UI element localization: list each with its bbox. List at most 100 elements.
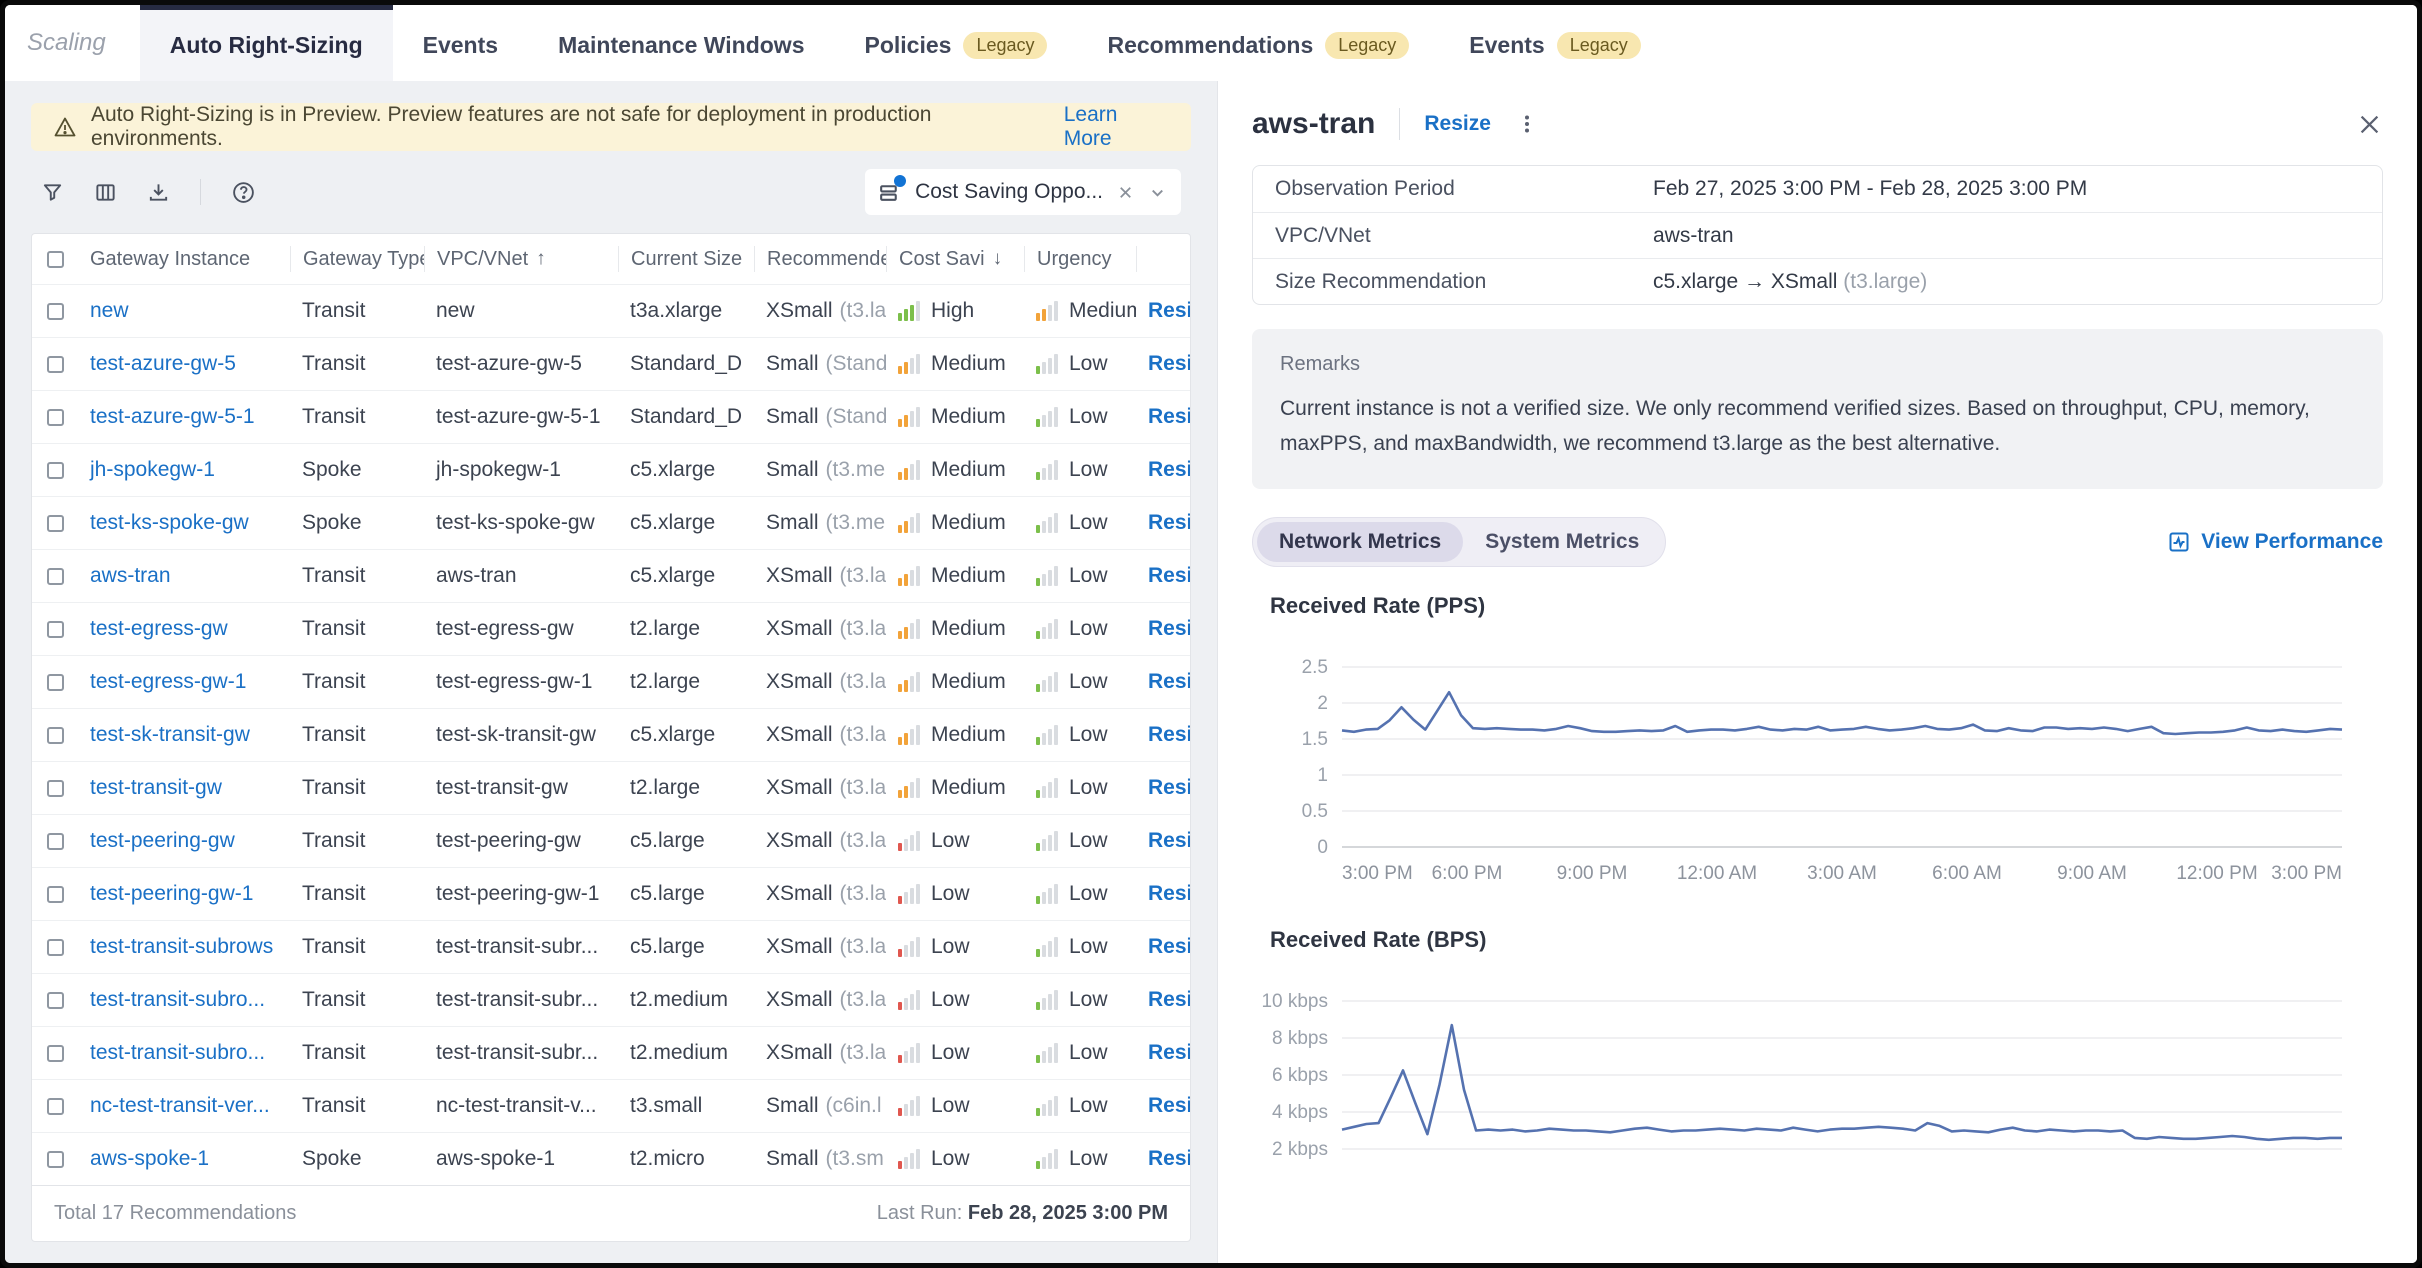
row-checkbox[interactable] <box>47 568 64 585</box>
row-checkbox[interactable] <box>47 1151 64 1168</box>
resize-button[interactable]: Resize <box>1148 882 1190 905</box>
level-bars-icon <box>1036 725 1058 745</box>
gateway-instance-link[interactable]: test-egress-gw-1 <box>90 670 246 693</box>
col-recommended[interactable]: Recommende <box>754 246 886 272</box>
gateway-instance-link[interactable]: test-peering-gw-1 <box>90 882 253 905</box>
resize-button[interactable]: Resize <box>1148 1147 1190 1170</box>
chevron-down-icon[interactable] <box>1148 183 1167 202</box>
svg-text:3:00 PM: 3:00 PM <box>2271 863 2342 884</box>
cost-saving: Low <box>886 988 1024 1012</box>
filter-icon[interactable] <box>41 181 64 204</box>
tab-events[interactable]: EventsLegacy <box>1439 5 1670 81</box>
size-recommendation-value: c5.xlarge → XSmall (t3.large) <box>1653 270 1927 294</box>
vpc-value: aws-tran <box>1653 224 1734 248</box>
current-size: Standard_D <box>618 405 754 429</box>
gateway-instance-link[interactable]: test-azure-gw-5 <box>90 352 236 375</box>
gateway-instance-link[interactable]: new <box>90 299 129 322</box>
resize-button[interactable]: Resize <box>1148 776 1190 799</box>
svg-text:3:00 PM: 3:00 PM <box>1342 863 1413 884</box>
row-checkbox[interactable] <box>47 674 64 691</box>
gateway-instance-link[interactable]: test-peering-gw <box>90 829 235 852</box>
resize-button[interactable]: Resize <box>1148 1041 1190 1064</box>
resize-button[interactable]: Resize <box>1148 670 1190 693</box>
recommended-size: Small(Stand <box>754 405 886 429</box>
level-bars-icon <box>1036 460 1058 480</box>
col-gateway-type[interactable]: Gateway Type <box>290 246 424 272</box>
gateway-instance-link[interactable]: test-ks-spoke-gw <box>90 511 249 534</box>
resize-button[interactable]: Resize <box>1148 935 1190 958</box>
row-checkbox[interactable] <box>47 780 64 797</box>
gateway-instance-link[interactable]: test-transit-subro... <box>90 1041 265 1064</box>
row-checkbox[interactable] <box>47 833 64 850</box>
row-checkbox[interactable] <box>47 356 64 373</box>
tab-maintenance-windows[interactable]: Maintenance Windows <box>528 5 834 81</box>
gateway-instance-link[interactable]: test-transit-subro... <box>90 988 265 1011</box>
col-current-size[interactable]: Current Size <box>618 246 754 272</box>
gateway-type: Transit <box>290 1094 424 1118</box>
vpc-vnet: test-transit-gw <box>424 776 618 800</box>
more-options-icon[interactable] <box>1515 112 1539 136</box>
row-checkbox[interactable] <box>47 462 64 479</box>
tab-events[interactable]: Events <box>393 5 528 81</box>
resize-button[interactable]: Resize <box>1148 511 1190 534</box>
tab-recommendations[interactable]: RecommendationsLegacy <box>1077 5 1439 81</box>
resize-button[interactable]: Resize <box>1148 1094 1190 1117</box>
row-checkbox[interactable] <box>47 1098 64 1115</box>
row-checkbox[interactable] <box>47 409 64 426</box>
tab-system-metrics[interactable]: System Metrics <box>1463 522 1661 562</box>
cost-saving: Medium <box>886 458 1024 482</box>
close-icon[interactable] <box>2356 111 2383 138</box>
resize-button[interactable]: Resize <box>1148 723 1190 746</box>
resize-button[interactable]: Resize <box>1148 458 1190 481</box>
resize-button[interactable]: Resize <box>1148 829 1190 852</box>
panel-resize-button[interactable]: Resize <box>1424 112 1491 136</box>
info-row-vpc: VPC/VNet aws-tran <box>1253 212 2382 258</box>
learn-more-link[interactable]: Learn More <box>1064 103 1169 151</box>
tab-network-metrics[interactable]: Network Metrics <box>1257 522 1463 562</box>
gateway-instance-link[interactable]: test-sk-transit-gw <box>90 723 250 746</box>
gateway-instance-link[interactable]: nc-test-transit-ver... <box>90 1094 270 1117</box>
row-checkbox[interactable] <box>47 515 64 532</box>
resize-button[interactable]: Resize <box>1148 617 1190 640</box>
gateway-instance-link[interactable]: test-transit-subrows <box>90 935 273 958</box>
help-icon[interactable] <box>231 180 256 205</box>
resize-button[interactable]: Resize <box>1148 988 1190 1011</box>
level-bars-icon <box>898 884 920 904</box>
gateway-instance-link[interactable]: test-transit-gw <box>90 776 222 799</box>
resize-button[interactable]: Resize <box>1148 299 1190 322</box>
gateway-instance-link[interactable]: test-azure-gw-5-1 <box>90 405 255 428</box>
col-urgency[interactable]: Urgency <box>1024 246 1136 272</box>
col-gateway-instance[interactable]: Gateway Instance <box>78 246 290 272</box>
clear-view-icon[interactable] <box>1116 183 1135 202</box>
gateway-instance-link[interactable]: test-egress-gw <box>90 617 228 640</box>
table-body: new Transit new t3a.xlarge XSmall(t3.la … <box>32 284 1190 1185</box>
resize-button[interactable]: Resize <box>1148 352 1190 375</box>
columns-icon[interactable] <box>94 181 117 204</box>
gateway-type: Transit <box>290 935 424 959</box>
resize-button[interactable]: Resize <box>1148 564 1190 587</box>
bps-line-chart: 10 kbps8 kbps6 kbps4 kbps2 kbps <box>1252 953 2362 1213</box>
download-icon[interactable] <box>147 181 170 204</box>
row-checkbox[interactable] <box>47 939 64 956</box>
gateway-instance-link[interactable]: jh-spokegw-1 <box>90 458 215 481</box>
current-size: c5.xlarge <box>618 723 754 747</box>
current-size: c5.large <box>618 882 754 906</box>
gateway-type: Transit <box>290 670 424 694</box>
gateway-instance-link[interactable]: aws-tran <box>90 564 171 587</box>
row-checkbox[interactable] <box>47 621 64 638</box>
row-checkbox[interactable] <box>47 886 64 903</box>
table-row: test-egress-gw-1 Transit test-egress-gw-… <box>32 655 1190 708</box>
col-vpc-vnet[interactable]: VPC/VNet↑ <box>424 246 618 272</box>
row-checkbox[interactable] <box>47 992 64 1009</box>
select-all-checkbox[interactable] <box>47 251 64 268</box>
tab-policies[interactable]: PoliciesLegacy <box>835 5 1078 81</box>
view-performance-link[interactable]: View Performance <box>2167 530 2383 554</box>
resize-button[interactable]: Resize <box>1148 405 1190 428</box>
col-cost-saving[interactable]: Cost Savi↓ <box>886 246 1024 272</box>
row-checkbox[interactable] <box>47 1045 64 1062</box>
saved-view-select[interactable]: Cost Saving Oppo... <box>865 169 1181 215</box>
gateway-instance-link[interactable]: aws-spoke-1 <box>90 1147 209 1170</box>
tab-auto-right-sizing[interactable]: Auto Right-Sizing <box>140 5 393 81</box>
row-checkbox[interactable] <box>47 303 64 320</box>
row-checkbox[interactable] <box>47 727 64 744</box>
